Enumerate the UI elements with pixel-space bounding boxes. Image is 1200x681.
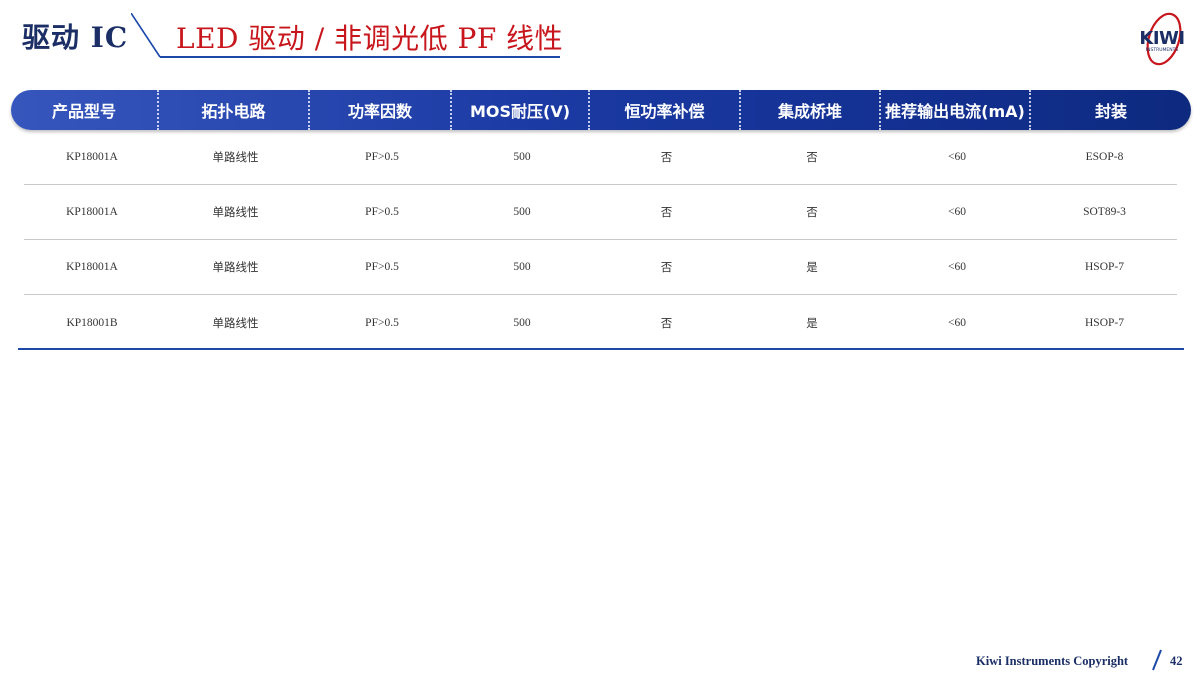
table-bottom-rule [18,348,1184,350]
title-divider-line [131,13,161,58]
footer-copyright: Kiwi Instruments Copyright [976,654,1129,668]
table-row: KP18001A 单路线性 PF>0.5 500 否 否 <60 ESOP-8 [24,130,1177,185]
page-subtitle: LED 驱动 / 非调光低 PF 线性 [176,22,564,55]
column-header-constant-power: 恒功率补偿 [590,90,741,130]
cell-output-current: <60 [948,206,966,218]
cell-bridge: 是 [806,262,818,274]
table-body: KP18001A 单路线性 PF>0.5 500 否 否 <60 ESOP-8 … [24,130,1177,350]
cell-constant-power: 否 [660,207,673,219]
table-header: 产品型号 拓扑电路 功率因数 MOS耐压(V) 恒功率补偿 集成桥堆 推荐输出电… [11,90,1191,130]
logo-text: KIWI [1139,28,1184,49]
cell-model: KP18001A [66,151,118,163]
cell-topology: 单路线性 [212,262,259,274]
cell-constant-power: 否 [660,262,673,274]
column-header-package: 封装 [1094,102,1127,121]
cell-bridge: 否 [806,207,818,219]
cell-model: KP18001A [66,261,118,273]
cell-mos-voltage: 500 [513,206,531,218]
column-header-mos-voltage: MOS耐压(V) [452,90,590,130]
cell-output-current: <60 [948,151,966,163]
cell-output-current: <60 [948,261,966,273]
cell-constant-power: 否 [660,152,673,164]
cell-package: HSOP-7 [1085,261,1124,273]
cell-topology: 单路线性 [212,152,259,164]
column-header-model: 产品型号 [11,90,159,130]
table-row: KP18001A 单路线性 PF>0.5 500 否 是 <60 HSOP-7 [24,240,1177,295]
cell-bridge: 否 [806,152,818,164]
cell-topology: 单路线性 [212,207,259,219]
cell-model: KP18001B [66,316,118,329]
cell-package: ESOP-8 [1085,151,1124,163]
cell-topology: 单路线性 [212,317,259,330]
cell-constant-power: 否 [660,317,673,330]
cell-package: HSOP-7 [1085,316,1124,329]
column-header-bridge: 集成桥堆 [741,90,881,130]
table-row: KP18001B 单路线性 PF>0.5 500 否 是 <60 HSOP-7 [24,295,1177,350]
cell-mos-voltage: 500 [513,316,531,329]
cell-power-factor: PF>0.5 [365,151,399,163]
logo-subtext: INSTRUMENTS [1146,47,1179,53]
column-header-topology: 拓扑电路 [159,90,310,130]
cell-output-current: <60 [948,316,966,329]
cell-power-factor: PF>0.5 [365,316,399,329]
cell-power-factor: PF>0.5 [365,261,399,273]
footer-divider-slash [1152,649,1162,671]
cell-power-factor: PF>0.5 [365,206,399,218]
cell-mos-voltage: 500 [513,261,531,273]
page-number: 42 [1170,654,1183,668]
column-header-output-current: 推荐输出电流(mA) [881,90,1031,130]
cell-bridge: 是 [806,317,818,330]
cell-mos-voltage: 500 [513,151,531,163]
kiwi-logo: KIWI INSTRUMENTS [1139,12,1185,66]
table-row: KP18001A 单路线性 PF>0.5 500 否 否 <60 SOT89-3 [24,185,1177,240]
cell-model: KP18001A [66,206,118,218]
column-header-power-factor: 功率因数 [310,90,452,130]
section-title: 驱动 IC [22,21,129,54]
cell-package: SOT89-3 [1083,206,1126,218]
